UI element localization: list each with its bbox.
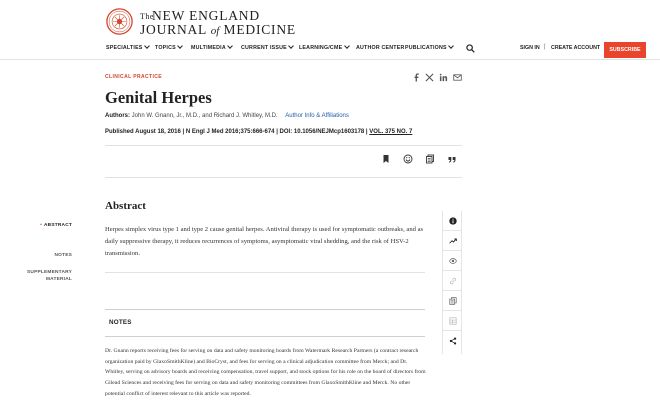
- article-category[interactable]: CLINICAL PRACTICE: [105, 74, 162, 80]
- nav-learning-cme[interactable]: LEARNING/CME: [299, 42, 350, 51]
- section-nav-abstract[interactable]: • ABSTRACT: [40, 222, 72, 229]
- rail-metrics-button[interactable]: [443, 231, 462, 251]
- rail-view-button[interactable]: [443, 251, 462, 271]
- x-icon[interactable]: [425, 73, 434, 82]
- abstract-heading: Abstract: [105, 200, 146, 212]
- nav-publications[interactable]: PUBLICATIONS: [405, 42, 455, 51]
- subscribe-button[interactable]: SUBSCRIBE: [604, 42, 646, 58]
- authors-label: Authors:: [105, 113, 130, 119]
- link-icon: [449, 277, 456, 284]
- nav-specialties[interactable]: SPECIALTIES: [106, 42, 150, 51]
- share-icon: [449, 337, 456, 345]
- notes-text: Dr. Gnann reports receiving fees for ser…: [105, 348, 426, 397]
- article-tools: [381, 154, 461, 164]
- linkedin-icon[interactable]: [439, 73, 448, 82]
- authors-names[interactable]: John W. Gnann, Jr., M.D., and Richard J.…: [132, 113, 278, 119]
- metrics-icon: [448, 237, 457, 244]
- info-icon: [448, 216, 457, 225]
- view-icon: [448, 257, 457, 264]
- rail-link-button[interactable]: [443, 271, 462, 291]
- chevron-down-icon: [448, 42, 455, 49]
- notes-heading: NOTES: [109, 319, 132, 326]
- facebook-icon[interactable]: [412, 73, 421, 82]
- citation-text: Published August 18, 2016 | N Engl J Med…: [105, 129, 368, 135]
- article-title: Genital Herpes: [105, 88, 212, 107]
- abstract-divider: [105, 272, 425, 273]
- article-tool-rail: [442, 211, 462, 354]
- pdf-icon: [448, 296, 457, 305]
- copy-icon[interactable]: [425, 154, 435, 164]
- header-divider: [0, 59, 660, 60]
- nav-author-center[interactable]: AUTHOR CENTER: [356, 45, 405, 51]
- create-account-link[interactable]: CREATE ACCOUNT: [551, 45, 600, 51]
- chevron-down-icon: [343, 42, 350, 49]
- nav-topics[interactable]: TOPICS: [155, 42, 184, 51]
- section-nav-notes[interactable]: NOTES: [54, 252, 72, 259]
- active-dot: •: [40, 223, 43, 228]
- volume-link[interactable]: VOL. 375 NO. 7: [369, 129, 412, 135]
- nav-current-issue[interactable]: CURRENT ISSUE: [241, 42, 295, 51]
- article-citation: Published August 18, 2016 | N Engl J Med…: [105, 129, 412, 135]
- author-info-link[interactable]: Author Info & Affiliations: [285, 113, 349, 119]
- rail-figures-button[interactable]: [443, 311, 462, 331]
- bookmark-icon[interactable]: [381, 154, 391, 164]
- rail-pdf-button[interactable]: [443, 291, 462, 311]
- chevron-down-icon: [144, 42, 150, 49]
- nav-separator: |: [544, 44, 546, 50]
- quote-icon[interactable]: [447, 154, 457, 164]
- rail-share-button[interactable]: [443, 331, 462, 351]
- rail-info-button[interactable]: [443, 211, 462, 231]
- share-icons: [412, 73, 464, 82]
- nejm-seal-logo: [106, 8, 133, 35]
- nav-multimedia[interactable]: MULTIMEDIA: [191, 42, 234, 51]
- tools-divider: [105, 177, 462, 178]
- chevron-down-icon: [227, 42, 234, 49]
- notes-section-header: NOTES: [105, 309, 425, 337]
- sign-in-link[interactable]: SIGN IN: [520, 45, 540, 51]
- citation-manager-icon[interactable]: [403, 154, 413, 164]
- citation-divider: [105, 145, 462, 146]
- logo-line-2: JOURNAL of MEDICINE: [140, 22, 296, 37]
- figures-icon: [448, 316, 457, 325]
- section-nav-supplementary[interactable]: SUPPLEMENTARY MATERIAL: [27, 269, 72, 283]
- chevron-down-icon: [177, 42, 184, 49]
- abstract-text: Herpes simplex virus type 1 and type 2 c…: [105, 226, 424, 258]
- search-icon[interactable]: [466, 44, 475, 53]
- email-icon[interactable]: [453, 73, 462, 82]
- chevron-down-icon: [288, 42, 295, 49]
- article-authors: Authors: John W. Gnann, Jr., M.D., and R…: [105, 113, 349, 119]
